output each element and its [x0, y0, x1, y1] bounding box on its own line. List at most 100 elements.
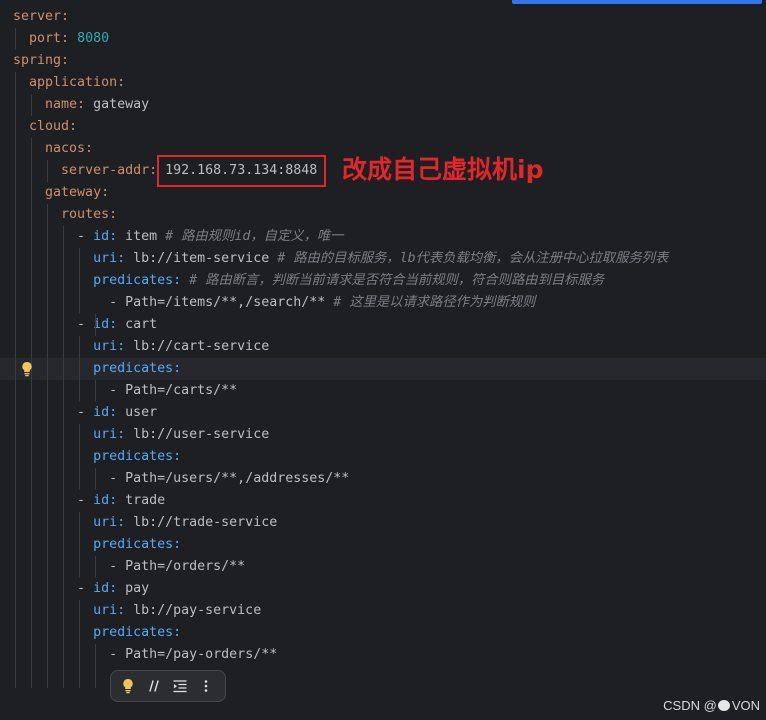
code-line[interactable]: predicates: [0, 622, 766, 644]
list-dash: - [109, 559, 118, 574]
list-dash: - [77, 405, 86, 420]
list-dash: - [109, 471, 118, 486]
code-line[interactable]: routes: [0, 204, 766, 226]
lightbulb-icon[interactable] [119, 677, 137, 695]
yaml-key: predicates: [93, 361, 182, 376]
code-line[interactable]: - Path=/carts/** [0, 380, 766, 402]
yaml-key: uri: [93, 427, 126, 442]
yaml-value: 192.168.73.134:8848 [165, 163, 318, 178]
code-line[interactable]: predicates: [0, 446, 766, 468]
yaml-key: predicates: [93, 273, 182, 288]
code-line[interactable]: predicates: [0, 534, 766, 556]
indent-guide [31, 138, 32, 688]
code-line-current[interactable]: predicates: [0, 358, 766, 380]
yaml-comment: # 路由断言，判断当前请求是否符合当前规则，符合则路由到目标服务 [189, 273, 605, 288]
code-line[interactable]: - id: pay [0, 578, 766, 600]
yaml-value: lb://pay-service [133, 603, 262, 618]
indent-guide [47, 204, 48, 688]
yaml-key: gateway: [45, 185, 110, 200]
yaml-key: name: [45, 97, 86, 112]
list-dash: - [77, 317, 86, 332]
yaml-key: id: [93, 493, 118, 508]
yaml-key: routes: [61, 207, 118, 222]
yaml-key: id: [93, 581, 118, 596]
annotation-label: 改成自己虚拟机ip [342, 155, 544, 184]
watermark: CSDN @ VON [663, 696, 760, 714]
yaml-value: Path=/items/**,/search/** [125, 295, 326, 310]
code-line[interactable]: predicates: # 路由断言，判断当前请求是否符合当前规则，符合则路由到… [0, 270, 766, 292]
code-line[interactable]: uri: lb://item-service # 路由的目标服务，lb代表负载均… [0, 248, 766, 270]
code-line[interactable]: server: [0, 6, 766, 28]
active-tab-indicator [512, 0, 762, 4]
code-line[interactable]: - id: trade [0, 490, 766, 512]
yaml-key: server: [13, 9, 70, 24]
code-line[interactable]: - id: item # 路由规则id，自定义，唯一 [0, 226, 766, 248]
yaml-key: uri: [93, 339, 126, 354]
code-line[interactable]: - Path=/users/**,/addresses/** [0, 468, 766, 490]
yaml-number: 8080 [77, 31, 110, 46]
yaml-value: lb://trade-service [133, 515, 278, 530]
list-dash: - [109, 383, 118, 398]
code-line[interactable]: name: gateway [0, 94, 766, 116]
list-dash: - [109, 647, 118, 662]
comment-icon[interactable] [145, 677, 163, 695]
code-line[interactable]: - Path=/orders/** [0, 556, 766, 578]
indent-guide [79, 336, 80, 402]
more-icon[interactable] [197, 677, 215, 695]
code-line[interactable]: port: 8080 [0, 28, 766, 50]
yaml-key: id: [93, 229, 118, 244]
indent-guide [95, 556, 96, 578]
indent-guide [31, 94, 32, 116]
yaml-key: uri: [93, 251, 126, 266]
code-line[interactable]: uri: lb://user-service [0, 424, 766, 446]
indent-guide [95, 644, 96, 688]
yaml-value: lb://user-service [133, 427, 270, 442]
yaml-value: lb://item-service [133, 251, 270, 266]
code-line[interactable]: - Path=/items/**,/search/** # 这里是以请求路径作为… [0, 292, 766, 314]
code-line[interactable]: uri: lb://pay-service [0, 600, 766, 622]
yaml-value: Path=/users/**,/addresses/** [125, 471, 350, 486]
code-line[interactable]: - id: cart [0, 314, 766, 336]
yaml-key: uri: [93, 515, 126, 530]
yaml-comment: # 路由规则id，自定义，唯一 [165, 229, 344, 244]
yaml-key: predicates: [93, 449, 182, 464]
avatar-icon [717, 699, 730, 711]
code-editor[interactable]: server: port: 8080 spring: application: n… [0, 6, 766, 710]
watermark-prefix: CSDN @ [663, 697, 717, 713]
indent-guide [95, 314, 96, 336]
code-line[interactable]: cloud: [0, 116, 766, 138]
yaml-comment: # 这里是以请求路径作为判断规则 [333, 295, 536, 310]
yaml-value: Path=/carts/** [125, 383, 238, 398]
floating-toolbar [110, 670, 226, 702]
list-dash: - [77, 581, 86, 596]
list-dash: - [109, 295, 118, 310]
lightbulb-icon[interactable] [20, 361, 34, 377]
code-line[interactable]: - id: user [0, 402, 766, 424]
indent-guide [79, 424, 80, 490]
code-line[interactable]: - Path=/pay-orders/** [0, 644, 766, 666]
code-line[interactable]: uri: lb://cart-service [0, 336, 766, 358]
yaml-value: lb://cart-service [133, 339, 270, 354]
highlight-box: 192.168.73.134:8848 [165, 163, 317, 178]
yaml-value: user [125, 405, 158, 420]
code-line[interactable]: application: [0, 72, 766, 94]
code-line[interactable]: spring: [0, 50, 766, 72]
yaml-key: nacos: [45, 141, 94, 156]
indent-guide [79, 512, 80, 578]
indent-icon[interactable] [171, 677, 189, 695]
yaml-key: application: [29, 75, 126, 90]
code-line[interactable]: uri: lb://trade-service [0, 512, 766, 534]
indent-guide [95, 380, 96, 402]
yaml-value: trade [125, 493, 166, 508]
indent-guide [15, 72, 16, 688]
yaml-value: item [125, 229, 158, 244]
yaml-value: cart [125, 317, 158, 332]
yaml-key: spring: [13, 53, 70, 68]
indent-guide [79, 600, 80, 688]
yaml-key: cloud: [29, 119, 78, 134]
yaml-value: gateway [93, 97, 150, 112]
yaml-key: port: [29, 31, 70, 46]
indent-guide [79, 248, 80, 314]
indent-guide [15, 28, 16, 50]
editor-window: server: port: 8080 spring: application: n… [0, 0, 766, 720]
